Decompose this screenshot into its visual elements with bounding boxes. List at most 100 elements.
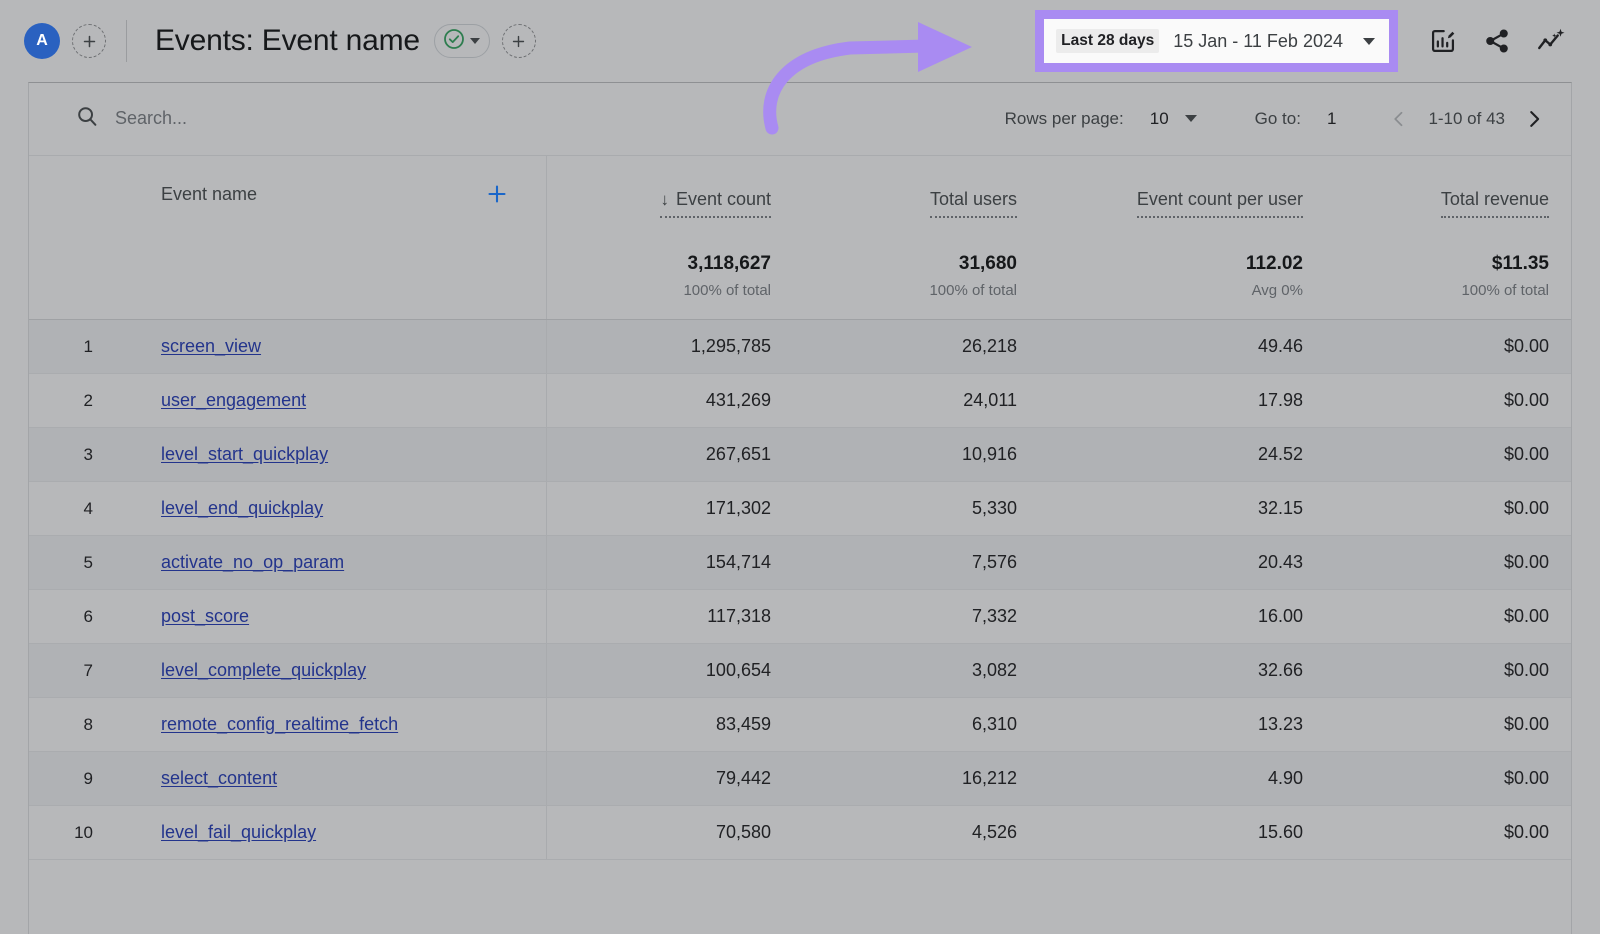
event-name-link[interactable]: level_fail_quickplay xyxy=(161,822,316,843)
row-total-revenue: $0.00 xyxy=(1503,822,1549,842)
share-icon xyxy=(1483,27,1511,55)
row-event-count: 83,459 xyxy=(715,714,771,734)
row-event-count-per-user: 16.00 xyxy=(1257,606,1303,626)
row-rank: 5 xyxy=(83,552,93,572)
event-name-link[interactable]: select_content xyxy=(161,768,277,789)
table-body: 1 screen_view 1,295,785 26,218 49.46 $0.00 2 us… xyxy=(29,320,1571,860)
row-total-users: 16,212 xyxy=(961,768,1017,788)
row-event-count: 267,651 xyxy=(705,444,771,464)
search-icon xyxy=(75,104,99,133)
date-range-value: 15 Jan - 11 Feb 2024 xyxy=(1173,30,1343,51)
table-toolbar: Search... Rows per page: 10 Go to: 1 1-1… xyxy=(29,83,1571,156)
table-totals-row: 3,118,627 100% of total 31,680 100% of t… xyxy=(29,232,1571,320)
table-row: 4 level_end_quickplay 171,302 5,330 32.15 $0.… xyxy=(29,482,1571,536)
row-event-count-per-user: 15.60 xyxy=(1257,822,1303,842)
data-validated-chip[interactable] xyxy=(433,24,490,58)
metric-header-cell[interactable]: ↓ Event count xyxy=(547,156,793,232)
chevron-down-icon xyxy=(469,38,480,44)
pagination-range: 1-10 of 43 xyxy=(1428,108,1505,128)
metric-total-cell: 3,118,627 100% of total xyxy=(547,232,793,319)
go-to-label: Go to: xyxy=(1254,108,1301,128)
go-to-input[interactable]: 1 xyxy=(1327,109,1336,129)
row-total-revenue: $0.00 xyxy=(1503,390,1549,410)
insights-sparkle-icon xyxy=(1536,26,1566,56)
dimension-header-label: Event name xyxy=(161,183,258,204)
metric-total-cell: 31,680 100% of total xyxy=(793,232,1039,319)
event-name-link[interactable]: level_end_quickplay xyxy=(161,498,323,519)
previous-page-button[interactable] xyxy=(1384,104,1414,134)
row-total-users: 3,082 xyxy=(971,660,1017,680)
search-input[interactable]: Search... xyxy=(115,108,187,129)
edit-chart-icon xyxy=(1429,27,1457,55)
metric-total-cell: $11.35 100% of total xyxy=(1325,232,1571,319)
row-event-count: 431,269 xyxy=(705,390,771,410)
insights-button[interactable] xyxy=(1528,18,1574,64)
row-total-revenue: $0.00 xyxy=(1503,444,1549,464)
report-table-card: gg py py Search... Rows per page: 10 Go … xyxy=(28,82,1572,934)
event-name-link[interactable]: level_start_quickplay xyxy=(161,444,328,465)
metric-total-cell: 112.02 Avg 0% xyxy=(1039,232,1325,319)
share-button[interactable] xyxy=(1474,18,1520,64)
total-value: $11.35 xyxy=(1491,252,1549,274)
row-dimension-cell: level_end_quickplay xyxy=(101,482,547,535)
row-total-users: 6,310 xyxy=(971,714,1017,734)
add-dimension-button[interactable] xyxy=(484,181,510,207)
date-range-highlight: Last 28 days 15 Jan - 11 Feb 2024 xyxy=(1035,10,1398,72)
row-event-count-per-user: 13.23 xyxy=(1257,714,1303,734)
metric-header-label: Total revenue xyxy=(1440,189,1549,209)
table-row: 1 screen_view 1,295,785 26,218 49.46 $0.00 xyxy=(29,320,1571,374)
table-row: 2 user_engagement 431,269 24,011 17.98 $0.00 xyxy=(29,374,1571,428)
row-total-revenue: $0.00 xyxy=(1503,660,1549,680)
row-total-users: 24,011 xyxy=(963,390,1017,410)
rows-per-page-value[interactable]: 10 xyxy=(1150,109,1169,129)
row-dimension-cell: level_start_quickplay xyxy=(101,428,547,481)
row-total-users: 7,576 xyxy=(971,552,1017,572)
total-note: 100% of total xyxy=(1461,281,1549,299)
edit-report-button[interactable] xyxy=(1420,18,1466,64)
row-total-revenue: $0.00 xyxy=(1503,768,1549,788)
row-total-revenue: $0.00 xyxy=(1503,552,1549,572)
table-row: 9 select_content 79,442 16,212 4.90 $0.00 xyxy=(29,752,1571,806)
date-range-selector[interactable]: Last 28 days 15 Jan - 11 Feb 2024 xyxy=(1044,19,1389,63)
metric-header-cell[interactable]: Event count per user xyxy=(1039,156,1325,232)
rank-total-cell xyxy=(29,232,101,319)
total-value: 112.02 xyxy=(1245,252,1303,274)
metric-header-label: Event count xyxy=(675,189,771,209)
chevron-down-icon[interactable] xyxy=(1184,115,1197,122)
row-total-users: 7,332 xyxy=(971,606,1017,626)
event-name-link[interactable]: post_score xyxy=(161,606,249,627)
row-total-revenue: $0.00 xyxy=(1503,336,1549,356)
avatar[interactable]: A xyxy=(24,23,60,59)
row-rank: 10 xyxy=(74,822,93,842)
row-event-count: 117,318 xyxy=(707,606,771,626)
metric-header-cell[interactable]: Total revenue xyxy=(1325,156,1571,232)
metric-header-cell[interactable]: Total users xyxy=(793,156,1039,232)
row-dimension-cell: screen_view xyxy=(101,320,547,373)
app-top-bar: A Events: Event name Last 28 days 15 Jan… xyxy=(0,0,1600,82)
event-name-link[interactable]: user_engagement xyxy=(161,390,306,411)
table-row: 6 post_score 117,318 7,332 16.00 $0.00 xyxy=(29,590,1571,644)
table-row: 3 level_start_quickplay 267,651 10,916 24.52… xyxy=(29,428,1571,482)
search-field[interactable]: Search... xyxy=(75,104,187,133)
next-page-button[interactable] xyxy=(1519,104,1549,134)
row-rank: 2 xyxy=(83,390,93,410)
row-event-count-per-user: 32.15 xyxy=(1257,498,1303,518)
add-property-button[interactable] xyxy=(72,24,106,58)
table-row: 7 level_complete_quickplay 100,654 3,082 32.… xyxy=(29,644,1571,698)
event-name-link[interactable]: activate_no_op_param xyxy=(161,552,344,573)
row-dimension-cell: select_content xyxy=(101,752,547,805)
row-dimension-cell: remote_config_realtime_fetch xyxy=(101,698,547,751)
row-event-count: 70,580 xyxy=(715,822,771,842)
total-value: 3,118,627 xyxy=(687,252,771,274)
event-name-link[interactable]: level_complete_quickplay xyxy=(161,660,366,681)
rows-per-page-label: Rows per page: xyxy=(1004,108,1124,128)
page-title: Events: Event name xyxy=(155,24,420,57)
row-total-users: 4,526 xyxy=(971,822,1017,842)
row-total-revenue: $0.00 xyxy=(1503,498,1549,518)
row-dimension-cell: post_score xyxy=(101,590,547,643)
event-name-link[interactable]: remote_config_realtime_fetch xyxy=(161,714,398,735)
metric-header-label: Event count per user xyxy=(1136,189,1303,209)
event-name-link[interactable]: screen_view xyxy=(161,336,261,357)
add-comparison-button[interactable] xyxy=(501,24,536,58)
dimension-total-cell xyxy=(101,232,547,319)
